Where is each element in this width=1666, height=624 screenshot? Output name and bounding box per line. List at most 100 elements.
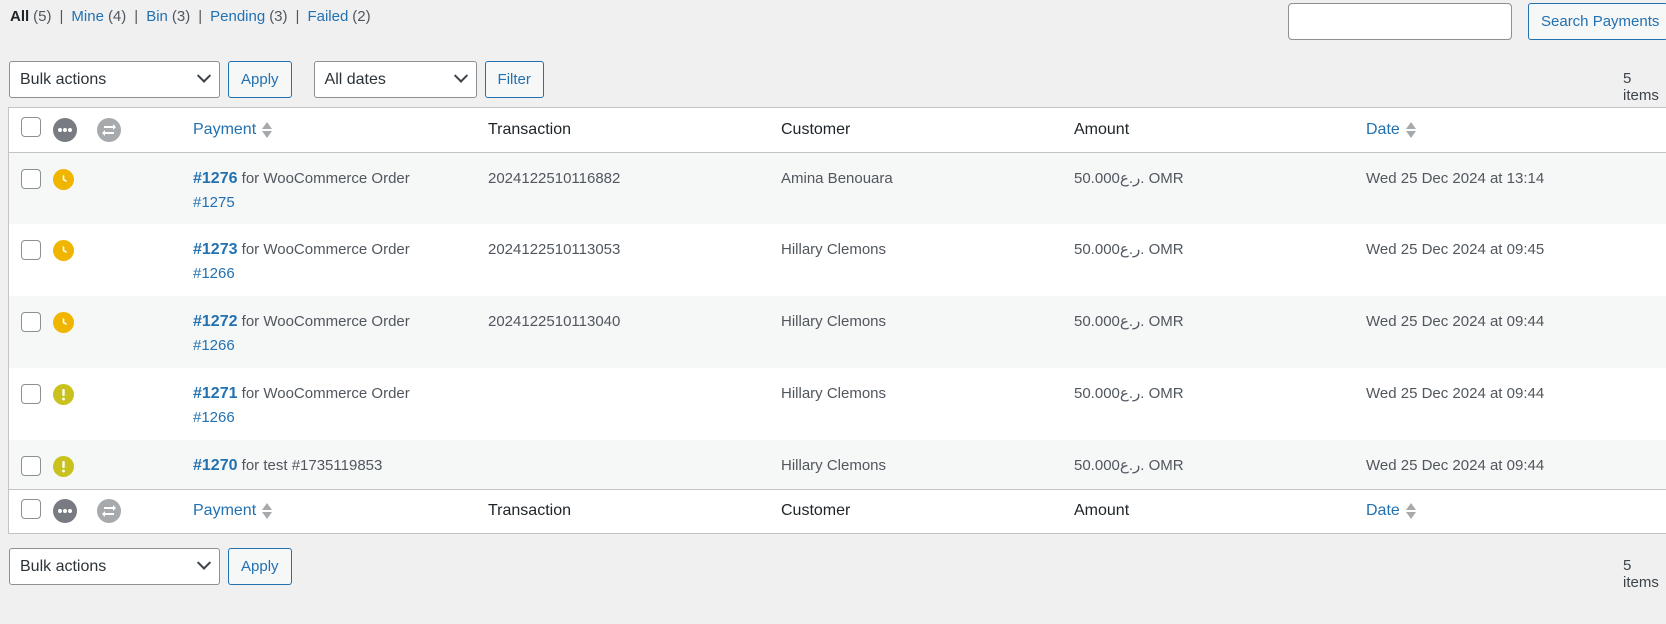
apply-button[interactable]: Apply [228, 548, 292, 585]
select-all-checkbox[interactable] [21, 117, 41, 138]
view-separator: | [134, 8, 139, 25]
view-all-count: (5) [33, 8, 52, 25]
tablenav-bottom: Bulk actions Apply [9, 548, 292, 585]
view-bin-label[interactable]: Bin [146, 8, 168, 25]
date-column-header[interactable]: Date [1366, 502, 1416, 520]
bulk-actions-select[interactable]: Bulk actions [9, 61, 220, 98]
payment-link[interactable]: #1271 [193, 385, 238, 402]
view-pending[interactable]: Pending (3) [210, 8, 287, 25]
payment-column-label: Payment [193, 120, 257, 138]
payment-date: Wed 25 Dec 2024 at 09:45 [1366, 241, 1545, 258]
clock-icon [53, 312, 74, 333]
clock-icon [53, 240, 74, 261]
exclamation-icon [53, 456, 74, 477]
transaction-id: 2024122510116882 [488, 169, 621, 187]
payment-date: Wed 25 Dec 2024 at 09:44 [1366, 313, 1545, 330]
table-footer-row: Payment Transaction Customer Amount Date [9, 489, 1666, 533]
order-link[interactable]: #1266 [193, 265, 235, 282]
view-failed-label[interactable]: Failed [307, 8, 348, 25]
payment-column-header[interactable]: Payment [193, 502, 273, 520]
date-filter-select[interactable]: All dates [313, 61, 477, 98]
recurring-column-icon [97, 117, 121, 142]
customer-column-header: Customer [781, 120, 851, 138]
customer-column-header: Customer [781, 502, 851, 520]
customer-name: Hillary Clemons [781, 313, 887, 330]
table-row: #1273 for WooCommerce Order #1266 2024122… [9, 224, 1666, 296]
customer-name: Hillary Clemons [781, 385, 887, 402]
row-checkbox[interactable] [21, 384, 41, 404]
payment-link[interactable]: #1272 [193, 313, 238, 330]
amount: 50.000ر.ع. OMR [1074, 385, 1184, 402]
amount: 50.000ر.ع. OMR [1074, 313, 1184, 330]
customer-name: Amina Benouara [781, 169, 893, 187]
row-checkbox[interactable] [21, 456, 41, 476]
table-row: #1270 for test #1735119853 Hillary Clemo… [9, 440, 1666, 489]
row-checkbox[interactable] [21, 312, 41, 332]
payment-date: Wed 25 Dec 2024 at 09:44 [1366, 457, 1545, 474]
payment-description: for test #1735119853 [241, 457, 383, 474]
date-column-label: Date [1366, 502, 1400, 520]
date-column-header[interactable]: Date [1366, 121, 1416, 139]
transaction-column-header: Transaction [488, 502, 571, 520]
payments-table: Payment Transaction Customer Amount Date… [8, 107, 1666, 534]
clock-icon [53, 168, 74, 190]
view-separator: | [59, 8, 64, 25]
view-mine-label[interactable]: Mine [71, 8, 104, 25]
search-box: Search Payments [1288, 3, 1666, 40]
table-row: #1276 for WooCommerce Order #1275 2024122… [9, 152, 1666, 224]
order-link[interactable]: #1266 [193, 337, 235, 354]
payment-description: for WooCommerce Order [241, 241, 410, 258]
customer-name: Hillary Clemons [781, 241, 887, 258]
transaction-id: 2024122510113040 [488, 313, 621, 330]
transaction-id [488, 368, 781, 440]
view-pending-label[interactable]: Pending [210, 8, 265, 25]
exclamation-icon [53, 384, 74, 405]
view-mine[interactable]: Mine (4) [71, 8, 126, 25]
payment-description: for WooCommerce Order [241, 313, 410, 330]
search-input[interactable] [1288, 3, 1512, 40]
view-separator: | [198, 8, 203, 25]
payment-link[interactable]: #1270 [193, 457, 238, 474]
apply-button[interactable]: Apply [228, 61, 292, 98]
items-count-bottom: 5 items [1623, 557, 1659, 591]
status-column-icon [53, 117, 77, 142]
sort-icon [262, 503, 273, 520]
status-column-icon [53, 499, 77, 524]
view-mine-count: (4) [107, 8, 127, 25]
view-all[interactable]: All (5) [10, 8, 52, 25]
transaction-id: 2024122510113053 [488, 241, 621, 258]
view-failed[interactable]: Failed (2) [307, 8, 370, 25]
amount-column-header: Amount [1074, 120, 1130, 138]
bulk-actions-value: Bulk actions [20, 70, 107, 88]
chevron-down-icon [453, 68, 468, 83]
date-filter-value: All dates [324, 70, 386, 88]
payment-link[interactable]: #1273 [193, 241, 238, 258]
filter-button[interactable]: Filter [484, 61, 544, 98]
payment-column-header[interactable]: Payment [193, 120, 273, 139]
payment-column-label: Payment [193, 502, 257, 520]
payment-date: Wed 25 Dec 2024 at 13:14 [1366, 169, 1545, 187]
tablenav-top: Bulk actions Apply All dates Filter [9, 61, 544, 98]
table-header-row: Payment Transaction Customer Amount Date [9, 108, 1666, 152]
items-count-top: 5 items [1623, 70, 1659, 104]
status-views: All (5) | Mine (4) | Bin (3) | Pending (3) |… [10, 8, 371, 25]
view-pending-count: (3) [269, 8, 288, 25]
payment-date: Wed 25 Dec 2024 at 09:44 [1366, 385, 1545, 402]
order-link[interactable]: #1275 [193, 194, 235, 211]
payment-link[interactable]: #1276 [193, 170, 238, 187]
row-checkbox[interactable] [21, 240, 41, 260]
view-all-label[interactable]: All [10, 8, 29, 25]
bulk-actions-value: Bulk actions [20, 557, 107, 575]
amount: 50.000ر.ع. OMR [1074, 241, 1184, 258]
transaction-column-header: Transaction [488, 120, 571, 138]
payment-description: for WooCommerce Order [241, 169, 410, 187]
view-bin[interactable]: Bin (3) [146, 8, 190, 25]
transaction-id [488, 440, 781, 489]
bulk-actions-select[interactable]: Bulk actions [9, 548, 220, 585]
select-all-checkbox[interactable] [21, 498, 41, 519]
search-payments-button[interactable]: Search Payments [1528, 3, 1666, 40]
chevron-down-icon [196, 555, 212, 570]
row-checkbox[interactable] [21, 168, 41, 189]
table-row: #1271 for WooCommerce Order #1266 Hillary… [9, 368, 1666, 440]
order-link[interactable]: #1266 [193, 409, 235, 426]
